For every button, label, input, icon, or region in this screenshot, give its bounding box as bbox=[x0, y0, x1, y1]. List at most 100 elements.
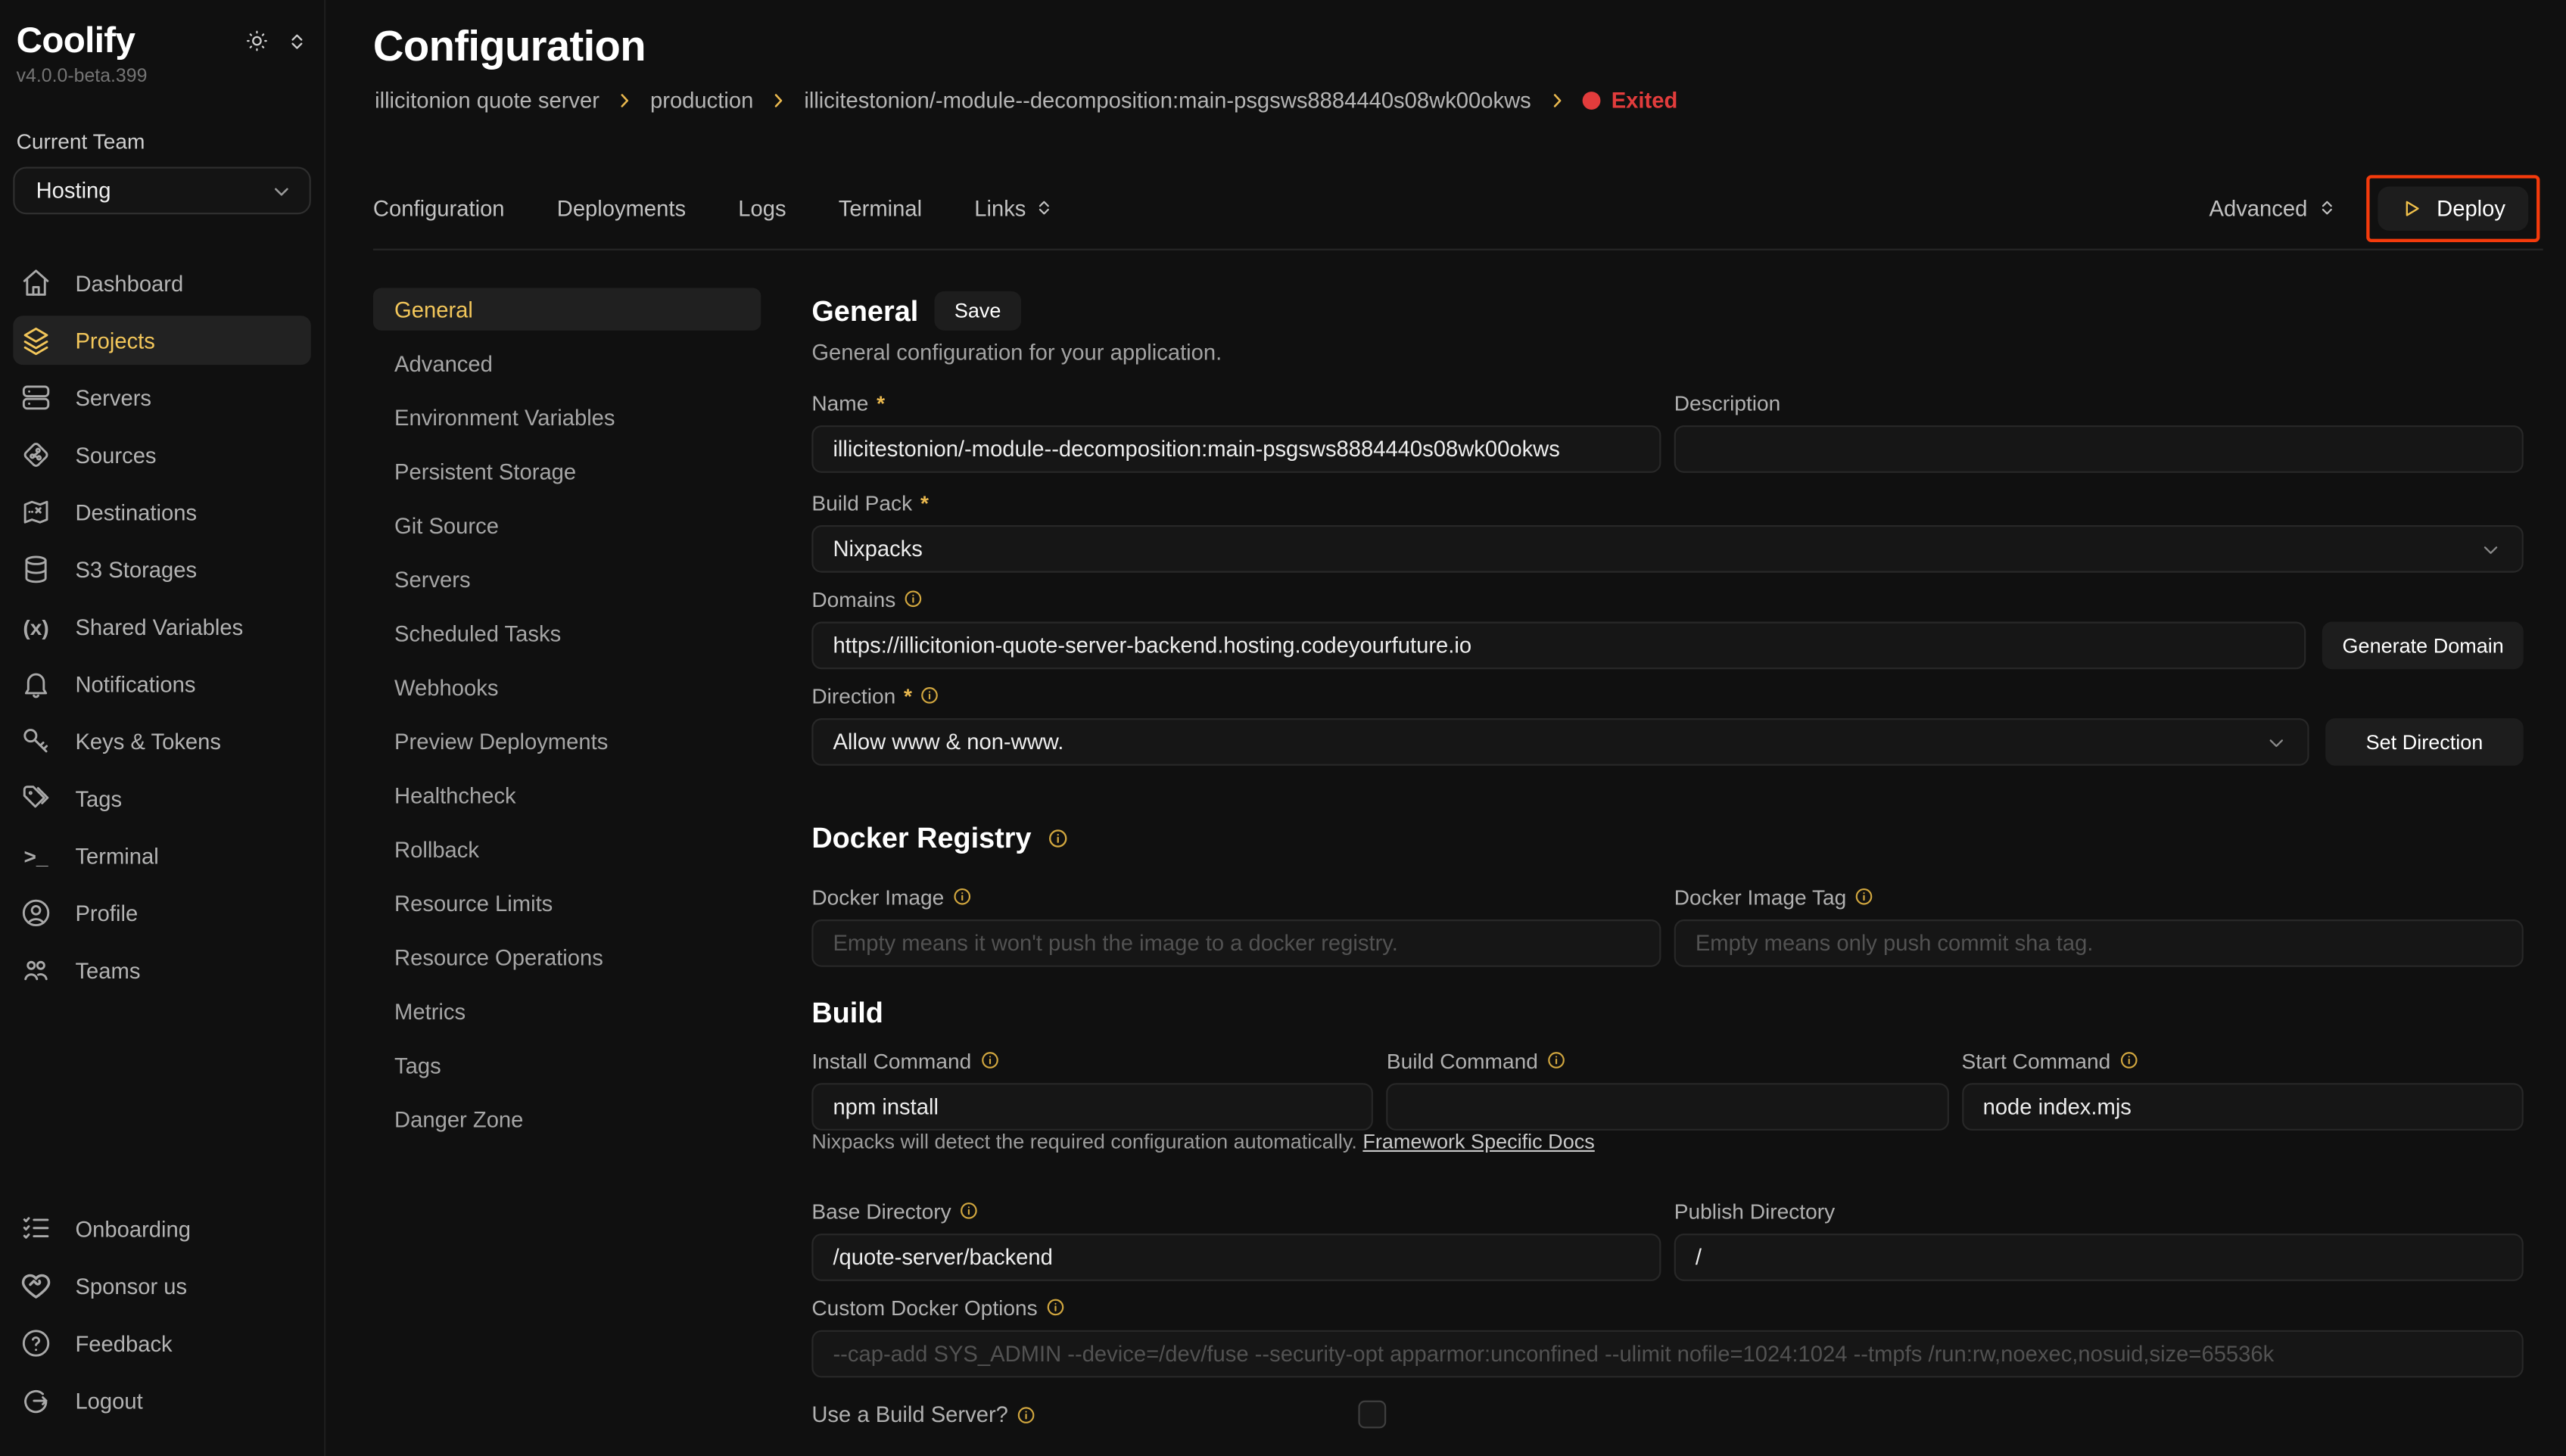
required-asterisk: * bbox=[877, 390, 885, 415]
publish-directory-input[interactable] bbox=[1674, 1234, 2524, 1281]
docker-image-tag-label: Docker Image Tag bbox=[1674, 885, 1847, 909]
status-badge: Exited bbox=[1582, 89, 1678, 113]
tabs-row: Configuration Deployments Logs Terminal … bbox=[373, 176, 2540, 238]
breadcrumb-application[interactable]: illicitestonion/-module--decomposition:m… bbox=[804, 89, 1531, 113]
build-pack-select[interactable]: Nixpacks bbox=[811, 525, 2523, 573]
database-icon bbox=[18, 553, 54, 586]
base-directory-input[interactable] bbox=[811, 1234, 1661, 1281]
framework-docs-link[interactable]: Framework Specific Docs bbox=[1362, 1131, 1594, 1153]
build-command-input[interactable] bbox=[1387, 1083, 1948, 1131]
breadcrumb-environment[interactable]: production bbox=[650, 89, 753, 113]
tag-icon bbox=[18, 782, 54, 814]
direction-select[interactable]: Allow www & non-www. bbox=[811, 718, 2309, 766]
config-subnav: General Advanced Environment Variables P… bbox=[373, 288, 761, 1153]
sidebar-item-tags[interactable]: Tags bbox=[13, 774, 310, 823]
info-icon[interactable] bbox=[952, 887, 972, 907]
sidebar-item-profile[interactable]: Profile bbox=[13, 888, 310, 938]
subnav-healthcheck[interactable]: Healthcheck bbox=[373, 774, 761, 817]
sidebar-item-notifications[interactable]: Notifications bbox=[13, 659, 310, 708]
info-icon[interactable] bbox=[904, 589, 923, 608]
direction-label: Direction bbox=[811, 683, 895, 708]
subnav-environment-variables[interactable]: Environment Variables bbox=[373, 396, 761, 438]
sidebar-item-projects[interactable]: Projects bbox=[13, 316, 310, 365]
install-command-input[interactable] bbox=[811, 1083, 1373, 1131]
info-icon[interactable] bbox=[920, 686, 940, 705]
docker-image-tag-field: Docker Image Tag bbox=[1674, 883, 2524, 966]
generate-domain-button[interactable]: Generate Domain bbox=[2323, 622, 2524, 670]
general-heading: General bbox=[811, 294, 918, 328]
docker-image-tag-input[interactable] bbox=[1674, 919, 2524, 967]
sidebar-item-terminal[interactable]: >_ Terminal bbox=[13, 831, 310, 880]
tab-links[interactable]: Links bbox=[974, 195, 1054, 219]
subnav-advanced[interactable]: Advanced bbox=[373, 342, 761, 384]
team-select[interactable]: Hosting bbox=[13, 167, 310, 215]
custom-docker-options-input[interactable] bbox=[811, 1330, 2523, 1378]
home-icon bbox=[18, 266, 54, 299]
install-command-label: Install Command bbox=[811, 1048, 971, 1072]
domains-input[interactable] bbox=[811, 622, 2306, 670]
subnav-scheduled-tasks[interactable]: Scheduled Tasks bbox=[373, 612, 761, 655]
description-input[interactable] bbox=[1674, 425, 2524, 473]
subnav-general[interactable]: General bbox=[373, 288, 761, 331]
subnav-preview-deployments[interactable]: Preview Deployments bbox=[373, 720, 761, 762]
sidebar-item-dashboard[interactable]: Dashboard bbox=[13, 259, 310, 308]
base-directory-label: Base Directory bbox=[811, 1199, 951, 1223]
sidebar-item-s3-storages[interactable]: S3 Storages bbox=[13, 545, 310, 594]
publish-directory-field: Publish Directory bbox=[1674, 1198, 2524, 1281]
start-command-field: Start Command bbox=[1961, 1047, 2523, 1131]
deploy-button[interactable]: Deploy bbox=[2378, 185, 2528, 229]
subnav-persistent-storage[interactable]: Persistent Storage bbox=[373, 450, 761, 493]
set-direction-button[interactable]: Set Direction bbox=[2325, 718, 2524, 766]
build-server-checkbox[interactable] bbox=[1358, 1401, 1386, 1429]
build-server-label: Use a Build Server? bbox=[811, 1402, 1008, 1426]
chevron-right-icon bbox=[770, 92, 788, 110]
subnav-danger-zone[interactable]: Danger Zone bbox=[373, 1098, 761, 1140]
selector-icon bbox=[1034, 198, 1054, 218]
sidebar-item-sponsor[interactable]: Sponsor us bbox=[13, 1262, 310, 1311]
user-circle-icon bbox=[18, 897, 54, 929]
subnav-servers[interactable]: Servers bbox=[373, 558, 761, 600]
info-icon[interactable] bbox=[1046, 1297, 1066, 1317]
sidebar: Coolify v4.0.0-beta.399 Current Team Hos… bbox=[0, 0, 325, 1456]
theme-sun-icon[interactable] bbox=[244, 28, 270, 54]
sidebar-item-feedback[interactable]: Feedback bbox=[13, 1319, 310, 1368]
sidebar-item-destinations[interactable]: Destinations bbox=[13, 487, 310, 537]
subnav-webhooks[interactable]: Webhooks bbox=[373, 666, 761, 708]
info-icon[interactable] bbox=[979, 1050, 999, 1070]
sidebar-item-servers[interactable]: Servers bbox=[13, 373, 310, 422]
sidebar-item-shared-variables[interactable]: (x) Shared Variables bbox=[13, 602, 310, 652]
tab-deployments[interactable]: Deployments bbox=[557, 195, 686, 219]
subnav-resource-limits[interactable]: Resource Limits bbox=[373, 882, 761, 924]
sidebar-item-onboarding[interactable]: Onboarding bbox=[13, 1204, 310, 1253]
info-icon[interactable] bbox=[959, 1201, 979, 1221]
sidebar-item-sources[interactable]: Sources bbox=[13, 431, 310, 480]
sidebar-item-logout[interactable]: Logout bbox=[13, 1376, 310, 1425]
chevron-right-icon bbox=[616, 92, 634, 110]
start-command-input[interactable] bbox=[1961, 1083, 2523, 1131]
info-icon[interactable] bbox=[1048, 828, 1069, 849]
build-command-field: Build Command bbox=[1387, 1047, 1948, 1131]
info-icon[interactable] bbox=[1546, 1050, 1566, 1070]
name-input[interactable] bbox=[811, 425, 1661, 473]
info-icon[interactable] bbox=[1854, 887, 1874, 907]
subnav-rollback[interactable]: Rollback bbox=[373, 828, 761, 870]
sidebar-item-teams[interactable]: Teams bbox=[13, 946, 310, 995]
chevron-right-icon bbox=[1547, 92, 1565, 110]
sidebar-item-keys-tokens[interactable]: Keys & Tokens bbox=[13, 717, 310, 766]
info-icon[interactable] bbox=[2119, 1050, 2138, 1070]
theme-selector-icon[interactable] bbox=[286, 30, 307, 51]
advanced-menu[interactable]: Advanced bbox=[2209, 195, 2337, 219]
subnav-tags[interactable]: Tags bbox=[373, 1044, 761, 1086]
subnav-metrics[interactable]: Metrics bbox=[373, 990, 761, 1032]
tab-terminal[interactable]: Terminal bbox=[839, 195, 922, 219]
tab-logs[interactable]: Logs bbox=[738, 195, 786, 219]
app-logo[interactable]: Coolify bbox=[17, 20, 135, 62]
save-button[interactable]: Save bbox=[935, 291, 1021, 331]
subnav-git-source[interactable]: Git Source bbox=[373, 504, 761, 546]
custom-docker-options-label: Custom Docker Options bbox=[811, 1295, 1037, 1319]
breadcrumb-project[interactable]: illicitonion quote server bbox=[375, 89, 599, 113]
docker-image-input[interactable] bbox=[811, 919, 1661, 967]
tab-configuration[interactable]: Configuration bbox=[373, 195, 505, 219]
subnav-resource-operations[interactable]: Resource Operations bbox=[373, 936, 761, 978]
info-icon[interactable] bbox=[1017, 1405, 1036, 1424]
